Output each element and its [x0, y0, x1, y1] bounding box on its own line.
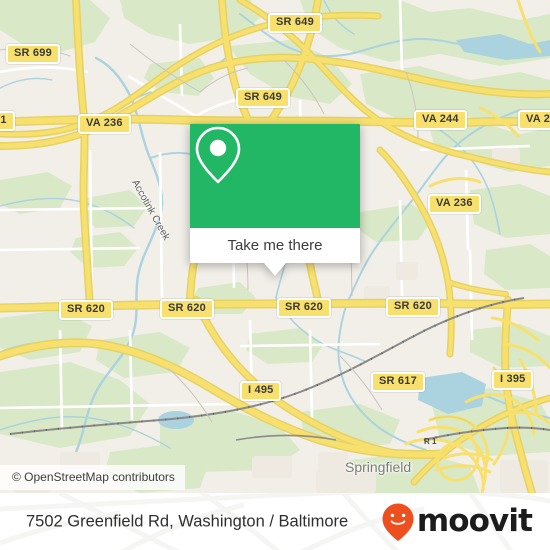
- map-attribution[interactable]: © OpenStreetMap contributors: [0, 465, 185, 490]
- road-shield[interactable]: SR 620: [386, 297, 440, 317]
- road-shield[interactable]: SR 649: [236, 88, 290, 108]
- popup-icon-area: [190, 124, 360, 228]
- map-pin-icon: [195, 126, 241, 184]
- moovit-map-screenshot: SR 649 SR 699 SR 649 VA 244 VA 24 51 VA …: [0, 0, 550, 550]
- road-shield[interactable]: I 495: [240, 381, 282, 401]
- road-marker-label: R 1: [424, 437, 437, 446]
- map-canvas[interactable]: SR 649 SR 699 SR 649 VA 244 VA 24 51 VA …: [0, 0, 550, 493]
- location-popup-card[interactable]: Take me there: [190, 124, 360, 276]
- take-me-there-button[interactable]: Take me there: [190, 228, 360, 263]
- road-shield[interactable]: VA 244: [414, 110, 467, 130]
- road-shield[interactable]: 51: [0, 111, 15, 131]
- moovit-logo[interactable]: moovit: [381, 502, 533, 542]
- road-shield[interactable]: SR 620: [160, 299, 214, 319]
- moovit-pin-icon: [382, 503, 414, 541]
- road-shield[interactable]: VA 236: [428, 194, 481, 214]
- road-shield[interactable]: VA 236: [78, 114, 131, 134]
- popup-pointer: [264, 263, 286, 276]
- footer-bar: 7502 Greenfield Rd, Washington / Baltimo…: [0, 493, 550, 550]
- road-shield[interactable]: SR 620: [59, 300, 113, 320]
- road-shield[interactable]: VA 24: [518, 110, 550, 130]
- road-shield[interactable]: SR 620: [277, 298, 331, 318]
- road-shield[interactable]: I 395: [492, 370, 534, 390]
- road-shield[interactable]: SR 617: [371, 372, 425, 392]
- address-label: 7502 Greenfield Rd, Washington / Baltimo…: [26, 512, 349, 530]
- moovit-wordmark: moovit: [416, 503, 533, 539]
- take-me-there-label: Take me there: [227, 237, 323, 254]
- road-shield[interactable]: SR 699: [6, 44, 60, 64]
- road-shield[interactable]: SR 649: [268, 13, 322, 33]
- place-label-springfield: Springfield: [345, 459, 412, 475]
